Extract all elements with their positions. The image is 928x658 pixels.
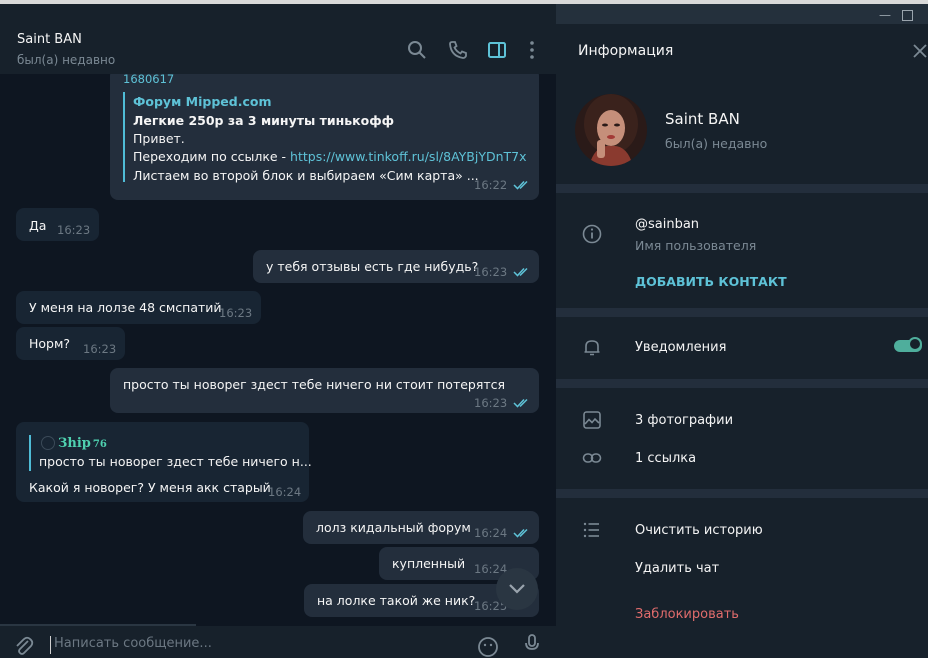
attach-icon[interactable] (14, 636, 34, 656)
photo-icon (583, 411, 601, 429)
block-user-item[interactable]: Заблокировать (635, 607, 739, 622)
sidebar-toggle-icon[interactable] (487, 40, 507, 60)
quote-bar (29, 435, 31, 471)
message-bubble-out[interactable]: у тебя отзывы есть где нибудь? 16:23 (253, 250, 539, 283)
preview-title: Легкие 250р за 3 минуты тинькофф (133, 113, 395, 128)
message-text: купленный (392, 556, 466, 571)
delete-chat-item[interactable]: Удалить чат (635, 561, 719, 576)
preview-line: Листаем во второй блок и выбираем «Сим к… (133, 168, 479, 183)
cut-text: 1680617 (123, 74, 175, 86)
message-time: 16:23 (83, 342, 117, 356)
message-text: на лолке такой же ник? (317, 593, 476, 608)
notifications-label: Уведомления (635, 340, 727, 355)
read-ticks-icon (513, 398, 528, 408)
info-icon (582, 224, 602, 244)
notifications-toggle[interactable] (894, 337, 922, 352)
search-icon[interactable] (407, 40, 427, 60)
window-titlebar: — (556, 4, 928, 24)
preview-bar (123, 92, 125, 182)
profile-status: был(а) недавно (665, 136, 768, 151)
minimize-icon[interactable]: — (878, 8, 892, 22)
message-time: 16:23 (219, 306, 253, 320)
message-time: 16:23 (474, 265, 508, 279)
message-bubble-out[interactable]: лолз кидальный форум 16:24 (303, 511, 539, 544)
add-contact-button[interactable]: ДОБАВИТЬ КОНТАКТ (635, 274, 787, 289)
composer: Написать сообщение... (0, 626, 556, 657)
microphone-icon[interactable] (523, 634, 541, 654)
section-divider (556, 184, 928, 193)
section-divider (556, 308, 928, 317)
link-icon (582, 453, 602, 463)
preview-line: Переходим по ссылке - https://www.tinkof… (133, 149, 527, 164)
quote-author: Зhip 76 (58, 436, 107, 451)
username-value[interactable]: @sainban (635, 217, 699, 232)
message-time: 16:23 (57, 223, 91, 237)
quote-text: просто ты новорег здест тебе ничего н... (39, 454, 312, 469)
message-time: 16:24 (474, 526, 508, 540)
avatar[interactable] (575, 94, 647, 166)
more-icon[interactable] (522, 40, 542, 60)
profile-name: Saint BAN (665, 110, 740, 128)
message-time: 16:22 (474, 178, 508, 192)
message-time: 16:24 (268, 485, 302, 499)
quote-avatar-icon (41, 436, 55, 450)
chat-title[interactable]: Saint BAN (17, 32, 82, 47)
section-divider (556, 379, 928, 388)
message-time: 16:23 (474, 396, 508, 410)
message-text: Норм? (29, 336, 71, 351)
username-label: Имя пользователя (635, 238, 757, 253)
message-bubble-forum-link[interactable]: 1680617 Форум Mipped.com Легкие 250р за … (110, 74, 539, 200)
scroll-down-button[interactable] (496, 568, 538, 610)
clear-history-item[interactable]: Очистить историю (635, 523, 763, 538)
message-input[interactable]: Написать сообщение... (54, 636, 212, 651)
read-ticks-icon (513, 180, 528, 190)
message-list[interactable]: 1680617 Форум Mipped.com Легкие 250р за … (0, 74, 556, 626)
list-icon (583, 522, 599, 538)
tinkoff-link[interactable]: https://www.tinkoff.ru/sl/8AYBjYDnT7x (290, 149, 526, 164)
message-bubble-in[interactable]: У меня на лолзе 48 смспатий 16:23 (16, 291, 261, 324)
message-bubble-in[interactable]: Да 16:23 (16, 208, 99, 241)
chat-status: был(а) недавно (17, 53, 116, 67)
message-text: Да (29, 218, 47, 233)
preview-line: Привет. (133, 131, 185, 146)
section-divider (556, 489, 928, 498)
phone-icon[interactable] (448, 40, 468, 60)
preview-site[interactable]: Форум Mipped.com (133, 94, 271, 109)
photos-item[interactable]: 3 фотографии (635, 413, 733, 428)
message-bubble-reply[interactable]: Зhip 76 просто ты новорег здест тебе ниче… (16, 422, 312, 502)
message-bubble-in[interactable]: Норм? 16:23 (16, 327, 125, 360)
close-icon[interactable] (912, 43, 928, 59)
message-text: У меня на лолзе 48 смспатий (29, 300, 222, 315)
read-ticks-icon (513, 528, 528, 538)
message-text: просто ты новорег здест тебе ничего ни с… (123, 377, 506, 392)
text-cursor (50, 636, 51, 654)
message-bubble-out[interactable]: просто ты новорег здест тебе ничего ни с… (110, 368, 539, 413)
emoji-icon[interactable] (477, 636, 499, 658)
maximize-icon[interactable] (902, 10, 913, 21)
message-text: Какой я новорег? У меня акк старый (29, 480, 271, 495)
chevron-down-icon (509, 584, 525, 594)
info-panel: Информация Saint BAN был(а) недавно @sai… (556, 24, 928, 654)
message-text: у тебя отзывы есть где нибудь? (266, 259, 479, 274)
message-text: лолз кидальный форум (316, 520, 471, 535)
read-ticks-icon (513, 267, 528, 277)
chat-header: Saint BAN был(а) недавно (0, 4, 556, 74)
panel-title: Информация (578, 43, 674, 59)
bell-icon (584, 340, 600, 356)
toggle-knob (908, 337, 922, 351)
avatar-photo (575, 94, 647, 166)
links-item[interactable]: 1 ссылка (635, 451, 696, 466)
